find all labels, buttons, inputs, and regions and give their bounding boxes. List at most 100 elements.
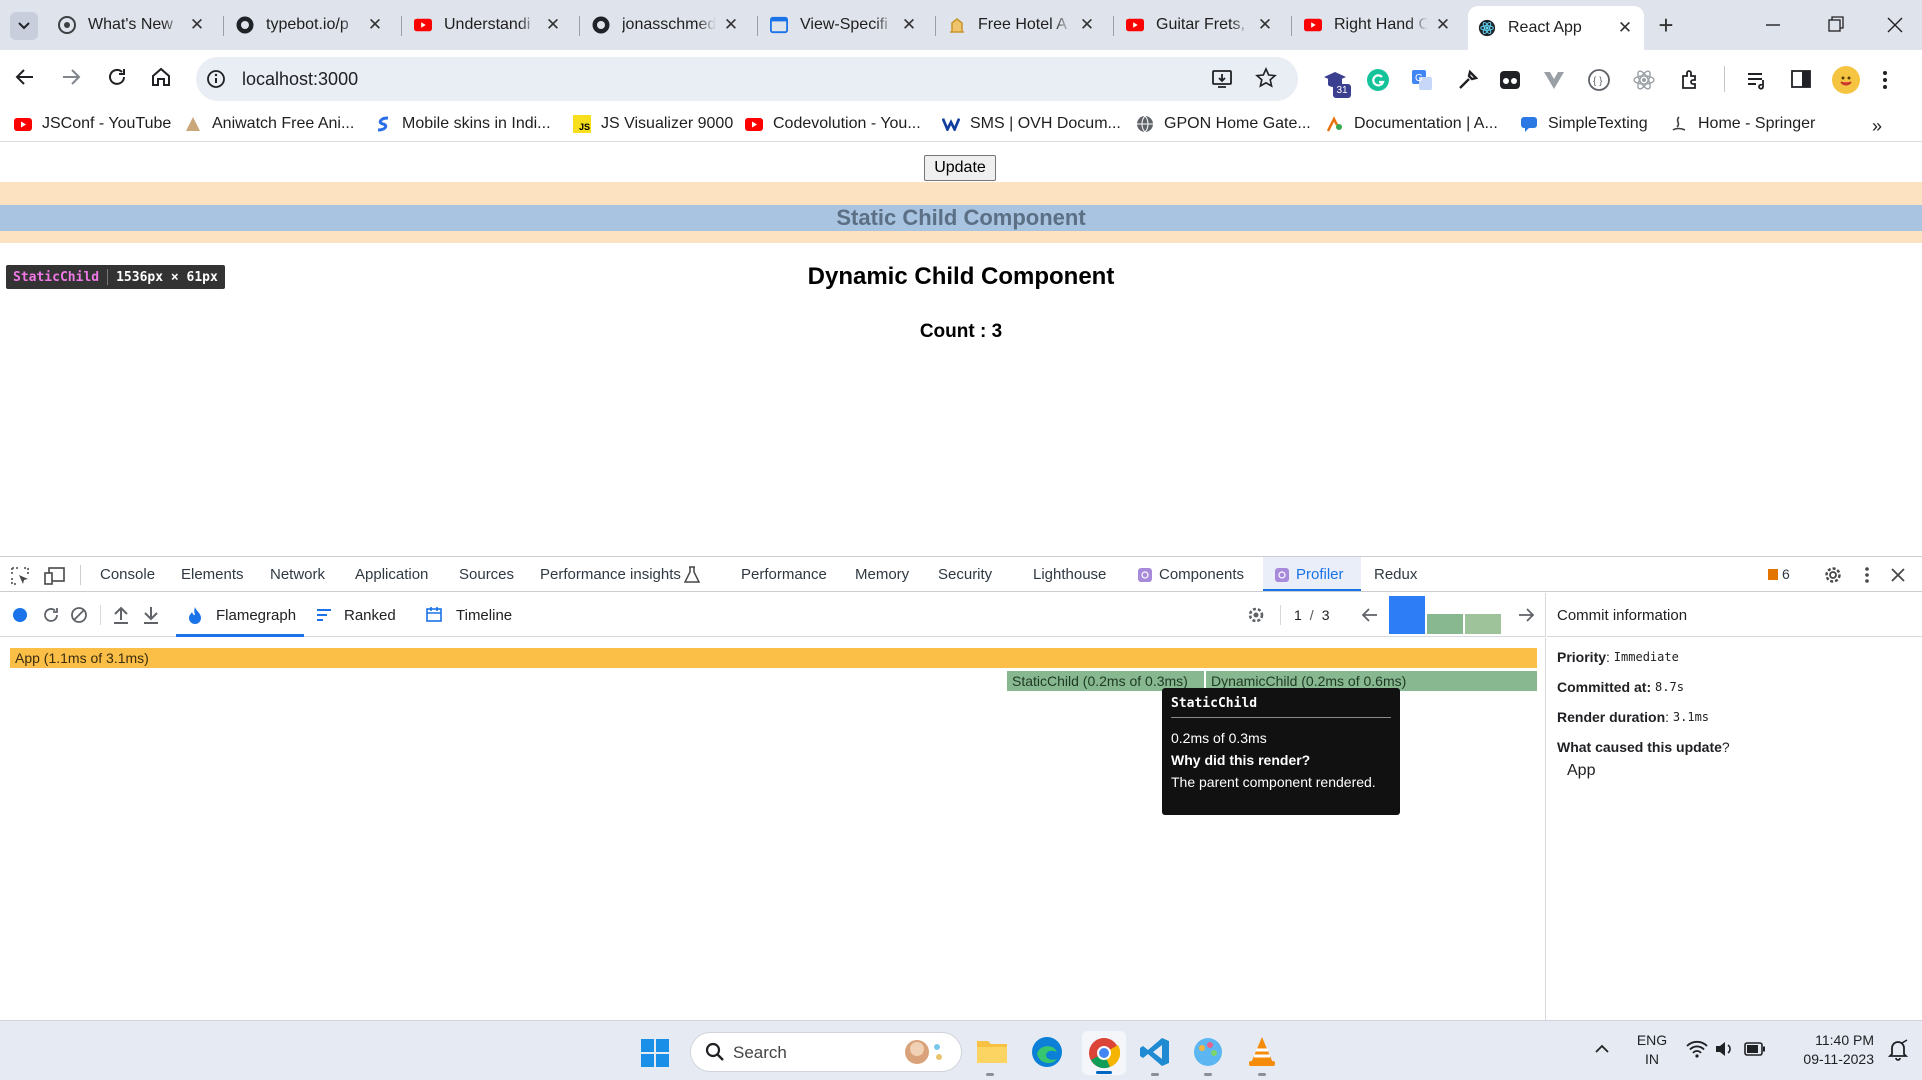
device-toolbar-icon[interactable]: [44, 566, 66, 586]
back-button[interactable]: [14, 66, 36, 88]
browser-tab[interactable]: typebot.io/p ✕: [226, 8, 394, 42]
translate-icon[interactable]: G: [1410, 68, 1434, 92]
restore-button[interactable]: [1820, 14, 1850, 36]
bookmark-item[interactable]: SMS | OVH Docum...: [942, 115, 1121, 133]
flamegraph-tab[interactable]: Flamegraph: [176, 593, 304, 637]
windows-start-icon[interactable]: [641, 1039, 669, 1067]
devtools-tab-redux[interactable]: Redux: [1374, 566, 1417, 583]
media-controls-icon[interactable]: [1745, 68, 1769, 92]
vue-devtools-icon[interactable]: [1543, 69, 1565, 91]
close-icon[interactable]: ✕: [1434, 15, 1452, 35]
next-commit-icon[interactable]: [1517, 607, 1535, 623]
paint-app-icon[interactable]: [1192, 1036, 1224, 1068]
close-icon[interactable]: ✕: [366, 15, 384, 35]
devtools-tab-security[interactable]: Security: [938, 566, 992, 583]
browser-tab[interactable]: What's New ✕: [48, 8, 216, 42]
extensions-puzzle-icon[interactable]: [1679, 68, 1703, 92]
language-indicator[interactable]: ENG IN: [1634, 1031, 1670, 1069]
devtools-tab-application[interactable]: Application: [355, 566, 428, 583]
devtools-tab-performance[interactable]: Performance: [741, 566, 827, 583]
wifi-icon[interactable]: [1686, 1040, 1708, 1058]
devtools-tab-profiler[interactable]: Profiler: [1296, 566, 1344, 583]
reload-button[interactable]: [106, 66, 128, 88]
clock[interactable]: 11:40 PM 09-11-2023: [1778, 1031, 1874, 1069]
commit-bar[interactable]: [1389, 596, 1425, 634]
devtools-tab-components[interactable]: Components: [1159, 566, 1244, 583]
notification-bell-icon[interactable]: [1888, 1039, 1908, 1061]
bookmark-item[interactable]: JS JS Visualizer 9000: [573, 115, 733, 133]
grammarly-icon[interactable]: [1366, 68, 1390, 92]
inspect-element-icon[interactable]: [10, 566, 30, 586]
close-icon[interactable]: ✕: [1256, 15, 1274, 35]
close-icon[interactable]: ✕: [1616, 18, 1634, 38]
bookmark-star-icon[interactable]: [1255, 67, 1277, 89]
volume-icon[interactable]: [1714, 1040, 1734, 1058]
browser-tab-active[interactable]: React App ✕: [1468, 6, 1644, 50]
devtools-tab-console[interactable]: Console: [100, 566, 155, 583]
edge-icon[interactable]: [1031, 1036, 1063, 1068]
commit-bar[interactable]: [1465, 614, 1501, 634]
record-button[interactable]: [13, 608, 27, 622]
browser-tab[interactable]: Right Hand C ✕: [1294, 8, 1462, 42]
forward-button[interactable]: [60, 66, 82, 88]
chevron-up-icon[interactable]: [1594, 1043, 1610, 1055]
devtools-tab-lighthouse[interactable]: Lighthouse: [1033, 566, 1106, 583]
battery-icon[interactable]: [1744, 1042, 1766, 1056]
browser-tab[interactable]: jonasschmed ✕: [582, 8, 750, 42]
new-tab-button[interactable]: +: [1652, 12, 1680, 40]
devtools-tab-elements[interactable]: Elements: [181, 566, 244, 583]
color-picker-icon[interactable]: [1456, 68, 1480, 92]
info-icon[interactable]: [206, 69, 226, 89]
ranked-tab[interactable]: Ranked: [314, 593, 404, 637]
flame-bar-app[interactable]: App (1.1ms of 3.1ms): [10, 648, 1537, 668]
more-bookmarks-icon[interactable]: »: [1872, 116, 1882, 137]
browser-tab[interactable]: Guitar Frets, ✕: [1116, 8, 1284, 42]
devtools-tab-memory[interactable]: Memory: [855, 566, 909, 583]
bookmark-item[interactable]: Home - Springer: [1670, 115, 1815, 133]
code-extension-icon[interactable]: { }: [1587, 68, 1611, 92]
close-icon[interactable]: ✕: [188, 15, 206, 35]
address-bar[interactable]: localhost:3000: [196, 57, 1298, 101]
devtools-tab-sources[interactable]: Sources: [459, 566, 514, 583]
bookmark-item[interactable]: GPON Home Gate...: [1136, 115, 1311, 133]
browser-tab[interactable]: Understandi ✕: [404, 8, 572, 42]
vlc-icon[interactable]: [1247, 1035, 1277, 1067]
bookmark-item[interactable]: Mobile skins in Indi...: [374, 115, 551, 133]
close-icon[interactable]: ✕: [1078, 15, 1096, 35]
close-icon[interactable]: ✕: [900, 15, 918, 35]
react-devtools-icon[interactable]: [1632, 68, 1656, 92]
chrome-taskbar-icon[interactable]: [1082, 1031, 1126, 1075]
bookmark-item[interactable]: JSConf - YouTube: [14, 115, 171, 133]
save-profile-icon[interactable]: [142, 605, 160, 625]
issues-counter[interactable]: 6: [1768, 566, 1790, 582]
bookmark-item[interactable]: SimpleTexting: [1520, 115, 1648, 133]
timeline-tab[interactable]: Timeline: [424, 593, 524, 637]
minimize-button[interactable]: [1758, 14, 1788, 36]
reload-and-profile-icon[interactable]: [42, 606, 60, 624]
profiler-settings-icon[interactable]: [1246, 605, 1266, 625]
url-text[interactable]: localhost:3000: [242, 69, 358, 90]
side-panel-icon[interactable]: [1790, 68, 1812, 90]
devtools-tab-network[interactable]: Network: [270, 566, 325, 583]
update-button[interactable]: Update: [924, 155, 996, 181]
browser-tab[interactable]: Free Hotel A ✕: [938, 8, 1106, 42]
close-icon[interactable]: ✕: [722, 15, 740, 35]
vscode-icon[interactable]: [1139, 1036, 1171, 1068]
home-button[interactable]: [150, 66, 172, 88]
devtools-more-icon[interactable]: [1864, 566, 1870, 584]
previous-commit-icon[interactable]: [1361, 607, 1379, 623]
install-app-icon[interactable]: [1211, 68, 1233, 90]
load-profile-icon[interactable]: [112, 605, 130, 625]
browser-tab[interactable]: View-Specifi ✕: [760, 8, 928, 42]
window-close-button[interactable]: [1880, 14, 1910, 36]
clear-profile-icon[interactable]: [70, 606, 88, 624]
cause-value[interactable]: App: [1567, 762, 1595, 780]
file-explorer-icon[interactable]: [976, 1037, 1008, 1065]
taskbar-search-box[interactable]: Search: [690, 1032, 962, 1072]
profile-avatar[interactable]: [1832, 66, 1860, 94]
devtools-close-icon[interactable]: [1889, 566, 1907, 584]
browser-menu-icon[interactable]: [1882, 70, 1888, 90]
devtools-tab-performance-insights[interactable]: Performance insights: [540, 566, 681, 583]
devtools-settings-icon[interactable]: [1822, 564, 1844, 586]
tab-search-button[interactable]: [10, 12, 38, 40]
